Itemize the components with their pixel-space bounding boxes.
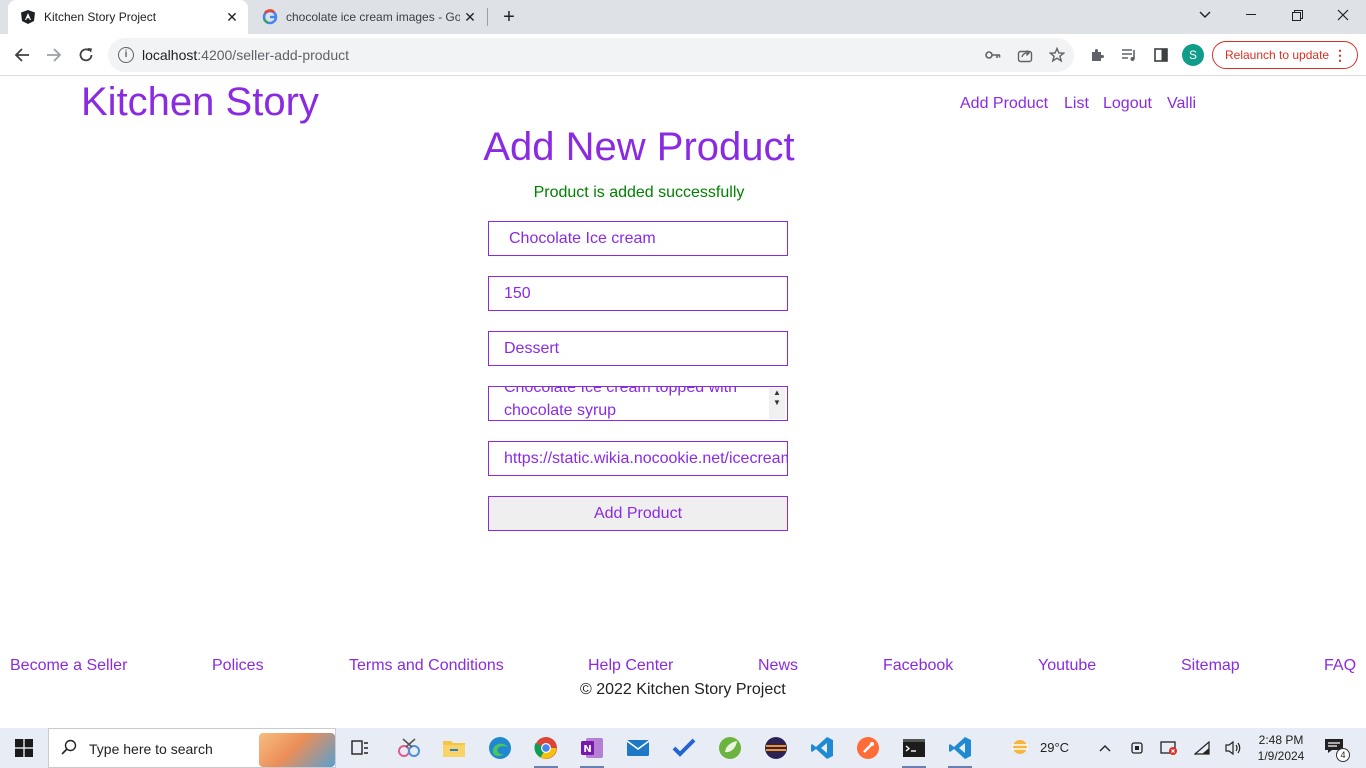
browser-toolbar: i localhost:4200/seller-add-product S Re… [0,34,1366,76]
relaunch-button[interactable]: Relaunch to update ⋮ [1212,41,1358,69]
snipping-tool-icon[interactable] [393,732,425,764]
terminal-icon[interactable] [898,732,930,768]
share-icon[interactable] [1016,46,1034,64]
tab-title: chocolate ice cream images - Go [286,10,460,24]
description-text: Chocolate Ice cream topped with chocolat… [504,386,738,419]
footer-link-news[interactable]: News [758,657,798,675]
nav-list[interactable]: List [1064,95,1089,113]
profile-avatar[interactable]: S [1182,44,1204,66]
security-icon[interactable] [1160,739,1178,757]
page-content: Kitchen Story Add Product List Logout Va… [0,77,1366,728]
reload-icon[interactable] [72,41,100,69]
system-clock[interactable]: 2:48 PM 1/9/2024 [1252,732,1310,764]
success-message: Product is added successfully [533,184,745,201]
clock-date: 1/9/2024 [1257,749,1305,763]
windows-start-icon[interactable] [0,728,48,768]
google-icon [262,9,278,25]
add-product-button[interactable]: Add Product [488,496,788,531]
search-placeholder: Type here to search [89,741,213,757]
footer-link-faq[interactable]: FAQ [1324,657,1356,675]
search-icon [61,739,77,760]
footer-link-sitemap[interactable]: Sitemap [1181,657,1240,675]
media-control-icon[interactable] [1119,45,1139,65]
svg-text:N: N [583,744,591,755]
page-title: Add New Product [483,125,795,169]
forward-icon[interactable] [40,41,68,69]
footer-link-polices[interactable]: Polices [212,657,264,675]
meet-now-icon[interactable] [1128,739,1146,757]
weather-sun-icon [1012,740,1028,754]
nav-add-product[interactable]: Add Product [960,95,1048,113]
url-text: localhost:4200/seller-add-product [142,47,350,63]
footer-link-become-seller[interactable]: Become a Seller [10,657,127,675]
more-menu-icon[interactable]: ⋮ [1333,47,1347,63]
taskbar-search-box[interactable]: Type here to search [48,728,336,768]
task-view-icon[interactable] [344,732,376,764]
footer-link-youtube[interactable]: Youtube [1038,657,1096,675]
windows-taskbar: Type here to search N 29°C 2:48 PM 1/9/2… [0,728,1366,768]
close-icon[interactable]: ✕ [224,9,240,25]
postman-icon[interactable] [852,732,884,764]
bookmark-star-icon[interactable] [1048,46,1066,64]
spring-tool-icon[interactable] [714,732,746,764]
product-name-input[interactable]: Chocolate Ice cream [488,221,788,256]
close-icon[interactable]: ✕ [462,9,478,25]
relaunch-label: Relaunch to update [1225,48,1330,62]
tab-chocolate-images[interactable]: chocolate ice cream images - Go ✕ [250,0,486,34]
edge-browser-icon[interactable] [484,732,516,764]
product-image-url-input[interactable]: https://static.wikia.nocookie.net/icecre… [488,441,788,476]
copyright-text: © 2022 Kitchen Story Project [580,681,786,698]
clock-time: 2:48 PM [1258,733,1304,747]
weather-temperature: 29°C [1040,739,1070,755]
chevron-up-icon[interactable] [1096,739,1114,757]
file-explorer-icon[interactable] [438,732,470,764]
close-window-icon[interactable] [1320,0,1366,30]
tab-kitchen-story[interactable]: Kitchen Story Project ✕ [8,0,248,34]
todo-icon[interactable] [668,732,700,764]
notification-center-icon[interactable]: 4 [1324,738,1350,762]
chrome-browser-icon[interactable] [530,732,562,768]
site-info-icon[interactable]: i [118,47,134,63]
nav-user-valli[interactable]: Valli [1167,95,1196,113]
footer-link-facebook[interactable]: Facebook [883,657,953,675]
notification-count-badge: 4 [1336,748,1350,762]
vscode-icon[interactable] [806,732,838,764]
footer-link-help-center[interactable]: Help Center [588,657,673,675]
angular-icon [20,9,36,25]
extensions-icon[interactable] [1087,45,1107,65]
chevron-down-icon[interactable] [1182,0,1228,30]
tab-separator [487,8,488,26]
address-bar[interactable]: i localhost:4200/seller-add-product [108,38,1074,72]
product-price-input[interactable]: 150 [488,276,788,311]
onenote-icon[interactable]: N [576,732,608,768]
restore-icon[interactable] [1274,0,1320,30]
eclipse-icon[interactable] [760,732,792,764]
search-highlight-illustration [259,733,335,767]
back-icon[interactable] [8,41,36,69]
nav-logout[interactable]: Logout [1103,95,1152,113]
vscode-window-icon[interactable] [944,732,976,768]
volume-icon[interactable] [1224,739,1242,757]
wifi-icon[interactable] [1193,739,1211,757]
new-tab-button[interactable]: + [498,6,520,28]
side-panel-icon[interactable] [1151,45,1171,65]
browser-tab-strip: Kitchen Story Project ✕ chocolate ice cr… [0,0,1366,34]
minimize-icon[interactable] [1228,0,1274,30]
textarea-scroll-arrows[interactable]: ▲ ▼ [769,388,785,419]
product-description-textarea[interactable]: Chocolate Ice cream topped with chocolat… [488,386,788,421]
product-category-input[interactable]: Dessert [488,331,788,366]
tab-title: Kitchen Story Project [44,10,157,24]
weather-widget[interactable]: 29°C [1010,738,1069,756]
mail-icon[interactable] [622,732,654,764]
footer-link-terms[interactable]: Terms and Conditions [349,657,504,675]
brand-logo-text[interactable]: Kitchen Story [81,80,319,125]
key-icon[interactable] [984,46,1002,64]
